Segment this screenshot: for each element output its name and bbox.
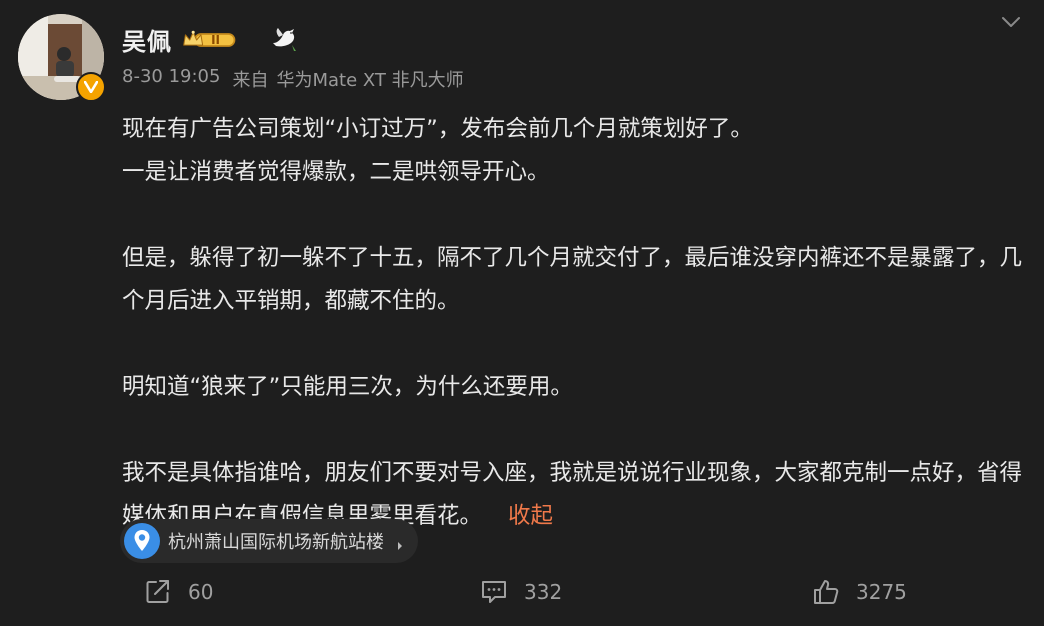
collapse-link[interactable]: 收起 — [508, 503, 553, 529]
location-chip[interactable]: 杭州萧山国际机场新航站楼 — [120, 519, 418, 563]
repost-count: 60 — [188, 580, 214, 604]
paragraph-line: 但是，躲得了初一躲不了十五，隔不了几个月就交付了，最后谁没穿内裤还不是暴露了，几… — [122, 245, 1023, 314]
comment-icon — [480, 578, 508, 606]
location-pin-icon — [120, 519, 164, 563]
dove-icon[interactable] — [270, 27, 300, 53]
paragraph-line: 一是让消费者觉得爆款，二是哄领导开心。 — [122, 159, 550, 185]
post-header: 吴佩 II — [122, 22, 300, 57]
post-body: 现在有广告公司策划“小订过万”，发布会前几个月就策划好了。 一是让消费者觉得爆款… — [122, 108, 1032, 538]
paragraph-line: 明知道“狼来了”只能用三次，为什么还要用。 — [122, 374, 573, 400]
repost-icon — [144, 578, 172, 606]
source-prefix: 来自 — [232, 70, 269, 91]
paragraph-line: 现在有广告公司策划“小订过万”，发布会前几个月就策划好了。 — [122, 116, 753, 142]
location-label: 杭州萧山国际机场新航站楼 — [168, 532, 384, 553]
repost-button[interactable]: 60 — [144, 578, 213, 606]
chevron-down-icon[interactable] — [1000, 14, 1022, 30]
verified-v-icon — [76, 72, 106, 102]
vip-level-label: II — [211, 32, 220, 47]
like-button[interactable]: 3275 — [812, 578, 907, 606]
like-count: 3275 — [856, 580, 907, 604]
source-device[interactable]: 华为Mate XT 非凡大师 — [276, 66, 463, 92]
post-time[interactable]: 8-30 19:05 — [122, 66, 220, 92]
post-meta: 8-30 19:05 来自 华为Mate XT 非凡大师 — [122, 66, 464, 92]
weibo-post: 吴佩 II 8-30 19:05 来自 华为Mate XT 非凡大师 现在有广告… — [0, 0, 1044, 626]
thumbs-up-icon — [812, 578, 840, 606]
comment-count: 332 — [524, 580, 563, 604]
crown-vip-badge-icon[interactable]: II — [182, 28, 246, 52]
comment-button[interactable]: 332 — [480, 578, 562, 606]
action-bar: 60 332 3275 — [0, 578, 1044, 614]
avatar-container[interactable] — [18, 14, 106, 102]
chevron-right-icon — [396, 536, 404, 550]
user-name[interactable]: 吴佩 — [122, 22, 172, 57]
